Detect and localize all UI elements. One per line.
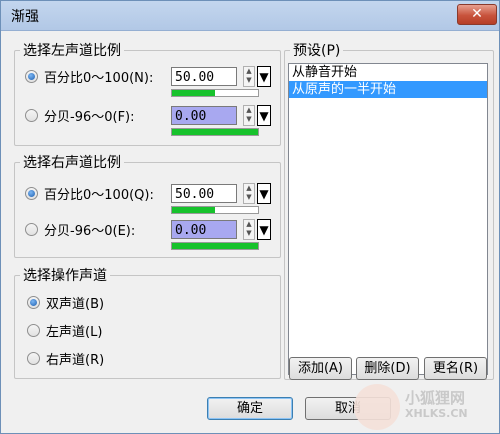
- watermark-domain: XHLKS.CN: [405, 407, 468, 420]
- spin-up-down-icon[interactable]: ▲ ▼: [243, 105, 255, 126]
- delete-preset-button[interactable]: 删除(D): [356, 357, 419, 380]
- left-db-level-bar: [171, 128, 259, 136]
- right-db-input[interactable]: 0.00: [171, 220, 237, 239]
- watermark-brand: 小狐狸网: [405, 389, 466, 407]
- left-percent-input[interactable]: 50.00: [171, 67, 237, 86]
- stereo-radio[interactable]: [27, 296, 40, 309]
- left-db-input[interactable]: 0.00: [171, 106, 237, 125]
- down-triangle-icon[interactable]: ▼: [257, 219, 271, 240]
- list-item[interactable]: 从静音开始: [289, 64, 487, 81]
- left-db-label: 分贝-96～0(F):: [44, 110, 135, 125]
- down-triangle-icon[interactable]: ▼: [257, 66, 271, 87]
- left-db-radio[interactable]: [25, 109, 38, 122]
- channel-option-stereo[interactable]: 双声道(B): [27, 293, 104, 312]
- left-percent-radio[interactable]: [25, 70, 38, 83]
- right-percent-option[interactable]: 百分比0～100(Q):: [25, 184, 154, 203]
- list-item[interactable]: 从原声的一半开始: [289, 81, 487, 98]
- left-percent-label: 百分比0～100(N):: [44, 71, 154, 86]
- left-channel-radio[interactable]: [27, 324, 40, 337]
- left-db-level-fill: [172, 129, 258, 135]
- right-channel-radio[interactable]: [27, 352, 40, 365]
- right-percent-level-bar: [171, 206, 259, 214]
- right-db-option[interactable]: 分贝-96～0(E):: [25, 220, 135, 239]
- left-percent-option[interactable]: 百分比0～100(N):: [25, 67, 153, 86]
- down-triangle-icon[interactable]: ▼: [257, 105, 271, 126]
- right-db-radio[interactable]: [25, 223, 38, 236]
- right-percent-input[interactable]: 50.00: [171, 184, 237, 203]
- close-button[interactable]: ✕: [457, 4, 497, 25]
- spin-up-down-icon[interactable]: ▲ ▼: [243, 219, 255, 240]
- presets-legend: 预设(P): [293, 43, 341, 59]
- rename-preset-button[interactable]: 更名(R): [424, 357, 487, 380]
- window-title: 渐强: [11, 9, 39, 25]
- right-channel-legend: 选择右声道比例: [23, 155, 121, 171]
- channel-option-left[interactable]: 左声道(L): [27, 321, 102, 340]
- channel-select-legend: 选择操作声道: [23, 268, 107, 284]
- stereo-label: 双声道(B): [46, 297, 105, 312]
- spin-up-down-icon[interactable]: ▲ ▼: [243, 183, 255, 204]
- presets-list[interactable]: 从静音开始 从原声的一半开始: [288, 63, 488, 375]
- right-db-level-fill: [172, 243, 258, 249]
- left-db-option[interactable]: 分贝-96～0(F):: [25, 106, 135, 125]
- right-db-level-bar: [171, 242, 259, 250]
- left-percent-level-fill: [172, 90, 215, 96]
- right-percent-label: 百分比0～100(Q):: [44, 188, 154, 203]
- left-channel-label: 左声道(L): [46, 325, 103, 340]
- right-channel-label: 右声道(R): [46, 353, 105, 368]
- close-icon: ✕: [471, 6, 483, 22]
- down-triangle-icon[interactable]: ▼: [257, 183, 271, 204]
- left-percent-level-bar: [171, 89, 259, 97]
- add-preset-button[interactable]: 添加(A): [289, 357, 352, 380]
- ok-button[interactable]: 确定: [207, 397, 293, 420]
- right-percent-level-fill: [172, 207, 215, 213]
- channel-option-right[interactable]: 右声道(R): [27, 349, 104, 368]
- spin-up-down-icon[interactable]: ▲ ▼: [243, 66, 255, 87]
- right-percent-radio[interactable]: [25, 187, 38, 200]
- left-channel-legend: 选择左声道比例: [23, 43, 121, 59]
- dialog-body: 选择左声道比例 百分比0～100(N): 50.00 ▲ ▼ ▼ 分贝-96～0(…: [1, 31, 499, 433]
- title-bar[interactable]: 渐强 ✕: [1, 1, 499, 31]
- fade-in-dialog: 渐强 ✕ 选择左声道比例 百分比0～100(N): 50.00 ▲ ▼ ▼ 分贝-…: [0, 0, 500, 434]
- right-db-label: 分贝-96～0(E):: [44, 224, 136, 239]
- fox-logo-watermark: [354, 384, 400, 430]
